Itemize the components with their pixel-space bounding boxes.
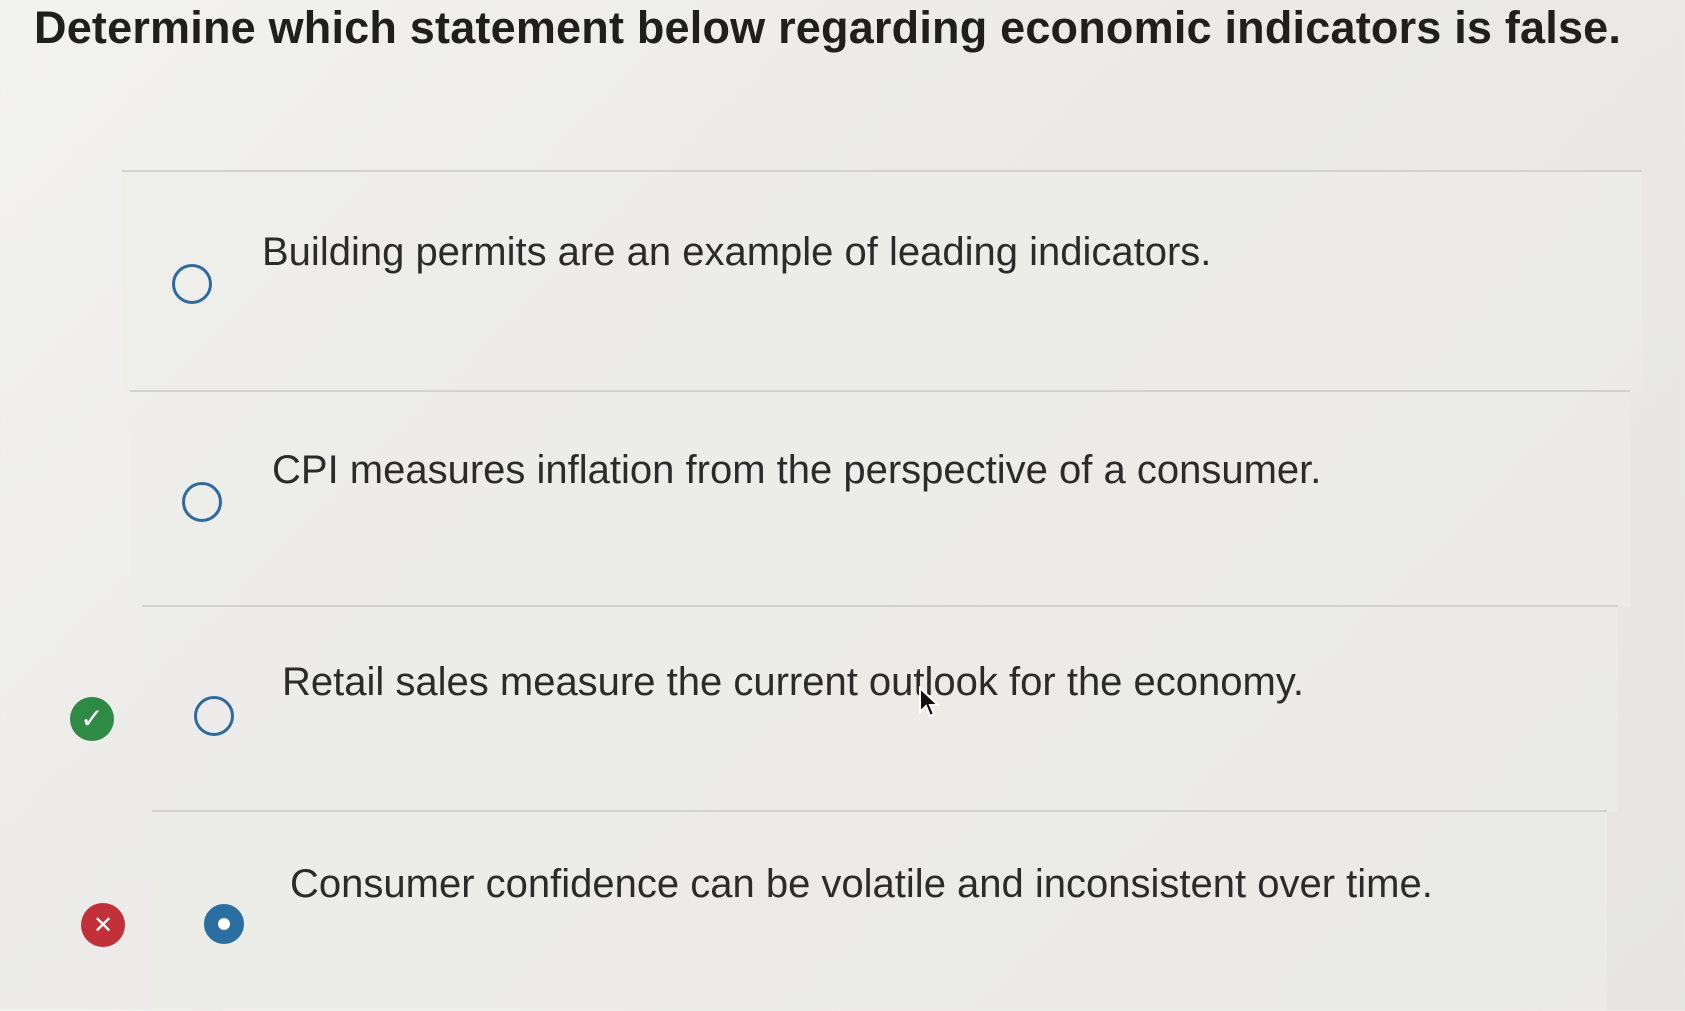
option-label-1: Building permits are an example of leadi… xyxy=(262,230,1212,274)
answer-options: Building permits are an example of leadi… xyxy=(0,0,1685,1011)
radio-button-option-2[interactable] xyxy=(182,482,222,522)
answer-option-2[interactable]: CPI measures inflation from the perspect… xyxy=(130,390,1630,607)
answer-option-1[interactable]: Building permits are an example of leadi… xyxy=(122,170,1642,392)
radio-button-option-3[interactable] xyxy=(194,696,234,736)
answer-option-4[interactable]: Consumer confidence can be volatile and … xyxy=(152,810,1607,1011)
option-label-2: CPI measures inflation from the perspect… xyxy=(272,448,1322,492)
radio-button-option-1[interactable] xyxy=(172,264,212,304)
mouse-pointer-icon xyxy=(919,686,941,718)
radio-button-option-4-selected[interactable] xyxy=(204,904,244,944)
checkmark-icon: ✓ xyxy=(70,697,114,741)
answer-option-3[interactable]: Retail sales measure the current outlook… xyxy=(142,605,1618,812)
option-label-4: Consumer confidence can be volatile and … xyxy=(290,862,1433,906)
x-icon: ✕ xyxy=(81,903,125,947)
option-label-3: Retail sales measure the current outlook… xyxy=(282,660,1304,704)
